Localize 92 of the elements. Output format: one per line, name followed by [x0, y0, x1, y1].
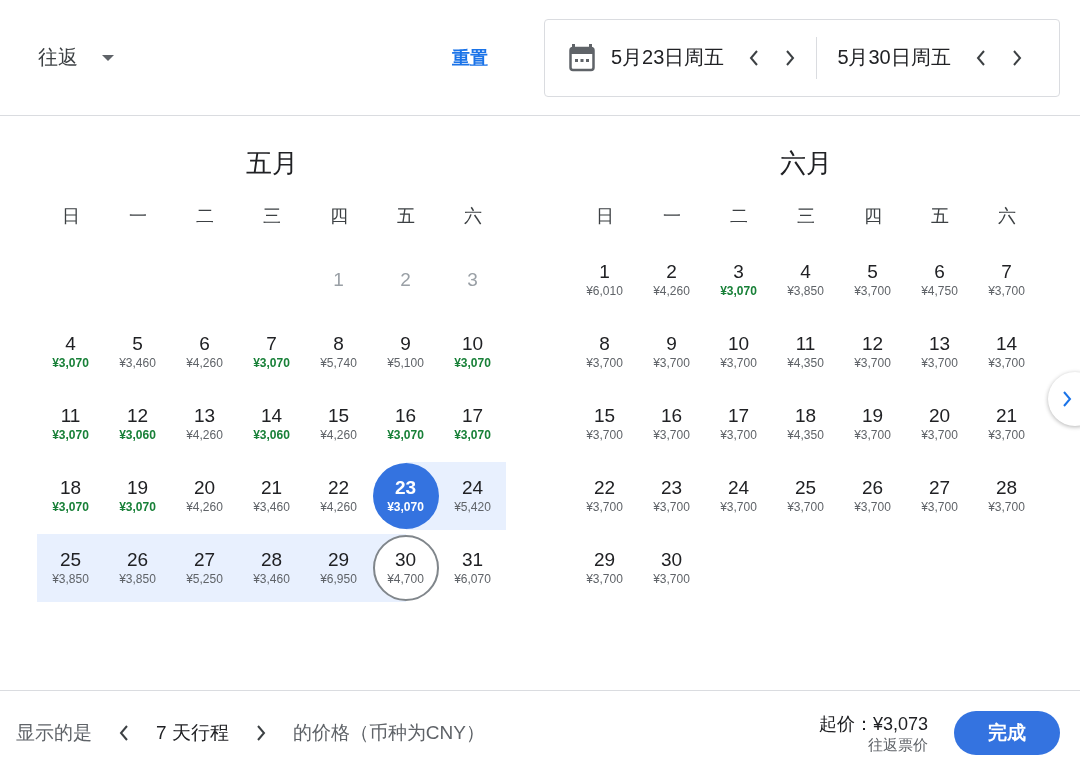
chevron-right-icon [1011, 49, 1022, 66]
chevron-left-icon [749, 49, 760, 66]
price-note: 往返票价 [868, 735, 928, 755]
calendar-day[interactable]: 17 ¥3,700 [705, 391, 772, 457]
calendar-day[interactable]: 1 ¥6,010 [571, 247, 638, 313]
weekday-label: 一 [661, 205, 682, 228]
weekday-label: 五 [929, 205, 950, 228]
calendar-day[interactable]: 27 ¥5,250 [171, 535, 238, 601]
weekday-label: 六 [462, 205, 483, 228]
calendar-day[interactable]: 12 ¥3,060 [104, 391, 171, 457]
calendar-day[interactable]: 21 ¥3,460 [238, 463, 305, 529]
calendar-day[interactable]: 5 ¥3,700 [839, 247, 906, 313]
calendar-day[interactable]: 11 ¥3,070 [37, 391, 104, 457]
chevron-right-icon [1062, 391, 1072, 407]
calendar-day[interactable]: 15 ¥3,700 [571, 391, 638, 457]
calendar-day[interactable]: 8 ¥5,740 [305, 319, 372, 385]
chevron-right-icon [785, 49, 796, 66]
calendar-day[interactable]: 24 ¥3,700 [705, 463, 772, 529]
calendar-day[interactable]: 22 ¥4,260 [305, 463, 372, 529]
calendar-day[interactable]: 6 ¥4,260 [171, 319, 238, 385]
month-title: 五月 [245, 147, 298, 180]
calendar-day[interactable]: 17 ¥3,070 [439, 391, 506, 457]
calendar-day[interactable]: 14 ¥3,060 [238, 391, 305, 457]
calendar-day[interactable]: 16 ¥3,700 [638, 391, 705, 457]
calendar-day[interactable]: 11 ¥4,350 [772, 319, 839, 385]
calendar-day[interactable]: 16 ¥3,070 [372, 391, 439, 457]
calendar-day[interactable]: 19 ¥3,070 [104, 463, 171, 529]
weekday-label: 五 [395, 205, 416, 228]
calendar-day[interactable]: 7 ¥3,700 [973, 247, 1040, 313]
calendar-day[interactable]: 20 ¥4,260 [171, 463, 238, 529]
calendar-day[interactable]: 18 ¥4,350 [772, 391, 839, 457]
chevron-left-icon [119, 725, 129, 741]
calendar-day[interactable]: 24 ¥5,420 [439, 463, 506, 529]
trip-type-dropdown[interactable]: 往返 [38, 44, 114, 71]
calendar-icon [569, 43, 595, 72]
calendar-day[interactable]: 28 ¥3,700 [973, 463, 1040, 529]
calendar-day[interactable]: 14 ¥3,700 [973, 319, 1040, 385]
calendar-day[interactable]: 23 ¥3,070 [372, 463, 439, 529]
lowest-price: 起价：¥3,073 [818, 712, 928, 736]
chevron-right-icon [255, 725, 266, 741]
calendar-day[interactable]: 9 ¥3,700 [638, 319, 705, 385]
calendar-day[interactable]: 13 ¥3,700 [906, 319, 973, 385]
calendar-day[interactable]: 28 ¥3,460 [238, 535, 305, 601]
weekday-label: 三 [795, 205, 816, 228]
calendar-day[interactable]: 19 ¥3,700 [839, 391, 906, 457]
calendar-day[interactable]: 10 ¥3,070 [439, 319, 506, 385]
return-date[interactable]: 5月30日周五 [837, 44, 951, 71]
calendar-day[interactable]: 8 ¥3,700 [571, 319, 638, 385]
calendar-day[interactable]: 15 ¥4,260 [305, 391, 372, 457]
weekday-label: 日 [60, 205, 81, 228]
month-title: 六月 [779, 147, 832, 180]
calendar-day[interactable]: 13 ¥4,260 [171, 391, 238, 457]
weekday-label: 三 [261, 205, 282, 228]
calendar-day[interactable]: 26 ¥3,700 [839, 463, 906, 529]
calendar-day[interactable]: 27 ¥3,700 [906, 463, 973, 529]
caret-icon [102, 54, 114, 61]
done-button[interactable]: 完成 [954, 711, 1060, 755]
calendar-day[interactable]: 5 ¥3,460 [104, 319, 171, 385]
footer-label: 显示的是 [16, 721, 92, 745]
calendar-day[interactable]: 18 ¥3,070 [37, 463, 104, 529]
calendar-day[interactable]: 4 ¥3,850 [772, 247, 839, 313]
weekday-label: 二 [194, 205, 215, 228]
calendar-day[interactable]: 29 ¥6,950 [305, 535, 372, 601]
weekday-label: 四 [328, 205, 349, 228]
weekday-label: 四 [862, 205, 883, 228]
weekday-label: 二 [728, 205, 749, 228]
weekday-label: 一 [127, 205, 148, 228]
calendar-day[interactable]: 20 ¥3,700 [906, 391, 973, 457]
calendar-day[interactable]: 7 ¥3,070 [238, 319, 305, 385]
calendar-day[interactable]: 29 ¥3,700 [571, 535, 638, 601]
departure-date[interactable]: 5月23日周五 [611, 44, 725, 71]
calendar-day[interactable]: 30 ¥3,700 [638, 535, 705, 601]
calendar-day[interactable]: 12 ¥3,700 [839, 319, 906, 385]
footer-label: 的价格（币种为CNY） [292, 721, 485, 745]
calendar-day[interactable]: 23 ¥3,700 [638, 463, 705, 529]
calendar-day[interactable]: 21 ¥3,700 [973, 391, 1040, 457]
reset-link[interactable]: 重置 [452, 45, 488, 70]
calendar-day[interactable]: 2 ¥4,260 [638, 247, 705, 313]
calendar-day[interactable]: 3 ¥3,070 [705, 247, 772, 313]
calendar-day[interactable]: 6 ¥4,750 [906, 247, 973, 313]
trip-duration: 7 天行程 [156, 721, 229, 745]
calendar-day[interactable]: 22 ¥3,700 [571, 463, 638, 529]
weekday-label: 日 [594, 205, 615, 228]
chevron-left-icon [975, 49, 986, 66]
calendar-day[interactable]: 10 ¥3,700 [705, 319, 772, 385]
calendar-day[interactable]: 9 ¥5,100 [372, 319, 439, 385]
weekday-label: 六 [996, 205, 1017, 228]
calendar-day[interactable]: 4 ¥3,070 [37, 319, 104, 385]
calendar-day[interactable]: 25 ¥3,850 [37, 535, 104, 601]
calendar-day[interactable]: 31 ¥6,070 [439, 535, 506, 601]
calendar-day[interactable]: 25 ¥3,700 [772, 463, 839, 529]
calendar-day[interactable]: 26 ¥3,850 [104, 535, 171, 601]
